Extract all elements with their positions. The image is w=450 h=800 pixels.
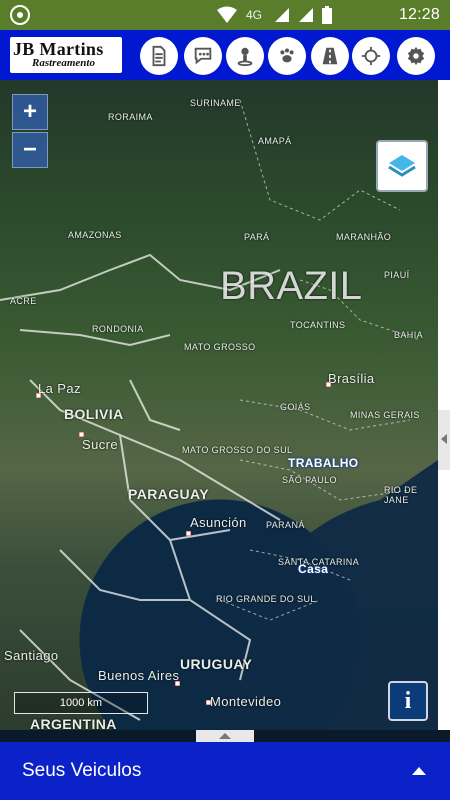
map-label-para: PARÁ [244, 232, 270, 242]
info-button[interactable]: i [388, 681, 428, 721]
right-drawer-handle[interactable] [438, 410, 450, 470]
city-dot [326, 382, 331, 387]
road-button[interactable] [311, 37, 349, 75]
satellite-map[interactable]: SURINAME RORAIMA AMAPÁ AMAZONAS PARÁ MAR… [0, 80, 438, 730]
vehicles-panel[interactable]: Seus Veiculos [0, 742, 450, 800]
chat-button[interactable] [184, 37, 222, 75]
map-label-buenos-aires: Buenos Aires [98, 668, 180, 683]
road-icon [322, 47, 338, 65]
map-label-argentina: ARGENTINA [30, 716, 117, 730]
map-label-sao-paulo: SÃO PAULO [282, 475, 337, 485]
right-drawer-rail [438, 80, 450, 730]
battery-icon [322, 6, 332, 24]
gear-icon [407, 46, 425, 66]
map-marker-casa[interactable]: Casa [298, 562, 328, 576]
city-dot [79, 432, 84, 437]
signal-icon-2 [298, 7, 314, 23]
map-label-brazil: BRAZIL [220, 264, 363, 308]
person-pin-icon [237, 47, 253, 67]
map-label-bahia: BAHIA [394, 330, 424, 340]
map-label-goias: GOIÁS [280, 402, 311, 412]
scale-bar: 1000 km [14, 692, 148, 714]
map-label-uruguay: URUGUAY [180, 656, 253, 672]
map-label-asuncion: Asunción [190, 515, 247, 530]
map-label-santiago: Santiago [4, 648, 59, 663]
logo-subtitle: Rastreamento [32, 57, 95, 69]
map-boundaries [0, 99, 438, 730]
layers-icon [388, 155, 416, 177]
document-icon [152, 45, 166, 67]
settings-button[interactable] [397, 37, 435, 75]
map-label-rondonia: RONDONIA [92, 324, 144, 334]
map-label-maranhao: MARANHÃO [336, 232, 392, 242]
chrome-icon [10, 5, 30, 25]
city-dot [175, 681, 180, 686]
map-marker-trabalho[interactable]: TRABALHO [288, 456, 359, 470]
status-icons: 4G [216, 6, 332, 24]
wifi-icon [216, 6, 238, 24]
map-label-amazonas: AMAZONAS [68, 230, 122, 240]
crosshair-button[interactable] [352, 37, 390, 75]
vehicles-title: Seus Veiculos [22, 760, 142, 781]
zoom-controls: + − [12, 94, 48, 168]
zoom-in-button[interactable]: + [12, 94, 48, 130]
city-dot [36, 393, 41, 398]
logo: JB Martins Rastreamento [10, 37, 122, 73]
paw-icon [280, 48, 294, 63]
map-label-paraguay: PARAGUAY [128, 486, 209, 502]
crosshair-icon [361, 46, 381, 66]
city-dot [186, 531, 191, 536]
chat-icon [194, 47, 212, 65]
network-type: 4G [245, 8, 262, 22]
document-button[interactable] [140, 37, 178, 75]
bottom-sheet-handle[interactable] [196, 730, 254, 742]
map-label-piaui: PIAUÍ [384, 270, 410, 280]
map-label-acre: ACRE [10, 296, 37, 306]
person-pin-button[interactable] [226, 37, 264, 75]
map-label-minas-gerais: MINAS GERAIS [350, 410, 420, 420]
clock: 12:28 [398, 6, 440, 23]
city-dot [206, 700, 211, 705]
zoom-out-button[interactable]: − [12, 132, 48, 168]
map-label-tocantins: TOCANTINS [290, 320, 346, 330]
map-label-brasilia: Brasília [328, 371, 375, 386]
signal-icon [274, 7, 290, 23]
map-label-mato-grosso: MATO GROSSO [184, 342, 256, 352]
map-label-suriname: SURINAME [190, 98, 241, 108]
map-label-roraima: RORAIMA [108, 112, 153, 122]
map-label-amapa: AMAPÁ [258, 136, 292, 146]
map-label-parana: PARANÁ [266, 520, 305, 530]
app-header: JB Martins Rastreamento [0, 30, 450, 80]
map-label-montevideo: Montevideo [210, 694, 282, 709]
map-label-ms: MATO GROSSO DO SUL [182, 445, 293, 455]
paw-button[interactable] [268, 37, 306, 75]
chevron-up-icon[interactable] [412, 767, 426, 775]
map-label-la-paz: La Paz [38, 381, 81, 396]
map-label-rio: RIO DE JANE [384, 485, 418, 505]
map-label-sucre: Sucre [82, 437, 118, 452]
layers-button[interactable] [376, 140, 428, 192]
map-label-bolivia: BOLIVIA [64, 406, 124, 422]
status-bar: 4G 12:28 [0, 0, 450, 30]
map-label-rio-grande: RIO GRANDE DO SUL [216, 594, 316, 604]
